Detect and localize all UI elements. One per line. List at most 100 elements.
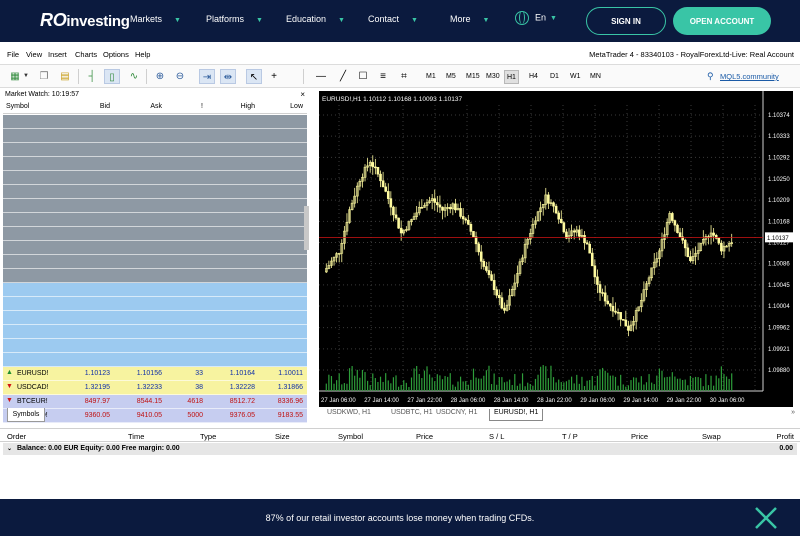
x-tick-label: 28 Jan 06:00 (451, 398, 486, 404)
terminal-col[interactable]: Size (275, 432, 290, 441)
candle-body (495, 289, 499, 296)
candle-body (490, 274, 493, 281)
close-icon[interactable]: × (300, 90, 305, 99)
auto-scroll-icon[interactable]: ⇥ (199, 69, 215, 84)
timeframe-m30[interactable]: M30 (484, 70, 502, 84)
timeframe-m1[interactable]: M1 (424, 70, 438, 84)
terminal-col[interactable]: T / P (562, 432, 578, 441)
tab-symbols[interactable]: Symbols (7, 408, 45, 422)
y-tick-label: 1.10209 (768, 198, 790, 204)
col-high[interactable]: High (241, 103, 255, 110)
timeframe-w1[interactable]: W1 (568, 70, 583, 84)
nav-platforms[interactable]: Platforms ▼ (206, 14, 263, 24)
chart-tab[interactable]: USDCNY, H1 (436, 409, 478, 421)
candle-body (386, 191, 390, 199)
crosshair-icon[interactable]: + (266, 69, 282, 84)
profit-total: 0.00 (779, 445, 793, 452)
table-row-obscured (3, 143, 307, 157)
profiles-icon[interactable]: ❐ (36, 69, 52, 84)
timeframe-m5[interactable]: M5 (444, 70, 458, 84)
terminal-col[interactable]: Time (128, 432, 144, 441)
col-symbol[interactable]: Symbol (6, 103, 29, 110)
price-chart[interactable]: EURUSD!,H1 1.10112 1.10168 1.10093 1.101… (319, 91, 793, 407)
sign-in-button[interactable]: SIGN IN (586, 7, 666, 35)
new-chart-icon[interactable]: ▦ (7, 69, 23, 84)
chart-tab[interactable]: USDKWD, H1 (327, 409, 371, 421)
chart-shift-icon[interactable]: ⇹ (220, 69, 236, 84)
candlestick-icon[interactable]: ▯ (104, 69, 120, 84)
table-row[interactable]: ▼BTCUSD!9360.059410.0550009376.059183.55 (3, 409, 307, 423)
candle-body (474, 236, 478, 245)
trendline-icon[interactable]: ╱ (335, 69, 351, 84)
terminal-col[interactable]: Order (7, 432, 26, 441)
y-tick-label: 1.09880 (768, 368, 790, 374)
timeframe-mn[interactable]: MN (588, 70, 603, 84)
terminal-col[interactable]: Profit (776, 432, 794, 441)
candle-body (461, 216, 465, 220)
nav-contact[interactable]: Contact ▼ (368, 14, 418, 24)
table-row[interactable]: ▲ EURUSD! 1.10123 1.10156 33 1.10164 1.10011 (3, 367, 307, 381)
cell-high: 8512.72 (229, 398, 255, 405)
logo[interactable]: ROinvesting (40, 10, 130, 31)
timeframe-d1[interactable]: D1 (548, 70, 561, 84)
risk-warning-banner: 87% of our retail investor accounts lose… (0, 499, 800, 536)
line-chart-icon[interactable]: ∿ (126, 69, 142, 84)
fibonacci-icon[interactable]: ≡ (375, 69, 391, 84)
chevron-right-icon[interactable]: » (791, 409, 795, 416)
logo-mark: RO (40, 10, 67, 30)
table-row-obscured (3, 241, 307, 255)
zoom-in-icon[interactable]: ⊕ (152, 69, 168, 84)
zoom-out-icon[interactable]: ⊖ (172, 69, 188, 84)
table-row[interactable]: ▼ USDCAD! 1.32195 1.32233 38 1.32228 1.31866 (3, 381, 307, 395)
chevron-down-icon[interactable]: ▼ (22, 69, 30, 84)
menu-charts[interactable]: Charts (75, 50, 97, 59)
terminal-col[interactable]: Type (200, 432, 216, 441)
cursor-icon[interactable]: ↖ (246, 69, 262, 84)
terminal-col[interactable]: Price (631, 432, 648, 441)
timeframe-h4[interactable]: H4 (527, 70, 540, 84)
nav-more[interactable]: More ▼ (450, 14, 489, 24)
timeframe-h1[interactable]: H1 (504, 70, 519, 84)
col-bid[interactable]: Bid (100, 103, 110, 110)
open-account-button[interactable]: OPEN ACCOUNT (673, 7, 771, 35)
y-tick-label: 1.10292 (768, 155, 790, 161)
horizontal-line-icon[interactable]: ― (313, 69, 329, 84)
x-tick-label: 29 Jan 14:00 (623, 398, 658, 404)
terminal-col[interactable]: Swap (702, 432, 721, 441)
col-spread[interactable]: ! (201, 103, 203, 110)
menu-options[interactable]: Options (103, 50, 129, 59)
terminal-panel: Order Time Type Size Symbol Price S / L T / P Pr… (0, 424, 800, 500)
scrollbar-thumb[interactable] (304, 206, 309, 250)
menu-file[interactable]: File (7, 50, 19, 59)
nav-education[interactable]: Education ▼ (286, 14, 345, 24)
risk-warning-text: 87% of our retail investor accounts lose… (265, 513, 535, 523)
table-row-obscured (3, 283, 307, 297)
candle-body (593, 265, 597, 278)
mql5-link[interactable]: MQL5.community (720, 72, 779, 81)
menu-help[interactable]: Help (135, 50, 150, 59)
col-ask[interactable]: Ask (150, 103, 162, 110)
y-tick-label: 1.10374 (768, 113, 790, 119)
cell-high: 1.32228 (229, 384, 255, 391)
bar-chart-icon[interactable]: ┤ (84, 69, 100, 84)
market-watch-panel: Market Watch: 10:19:57 × Symbol Bid Ask … (3, 90, 309, 423)
timeframe-m15[interactable]: M15 (464, 70, 482, 84)
table-row[interactable]: ▼ BTCEUR! 8497.97 8544.15 4618 8512.72 8336.96 (3, 395, 307, 409)
candle-body (712, 232, 715, 236)
nav-markets[interactable]: Markets ▼ (130, 14, 181, 24)
col-low[interactable]: Low (290, 103, 303, 110)
close-icon[interactable] (753, 505, 779, 531)
terminal-col[interactable]: Price (416, 432, 433, 441)
market-watch-icon[interactable]: ▤ (57, 69, 73, 84)
chart-tab[interactable]: EURUSD!, H1 (489, 409, 544, 421)
chart-tab[interactable]: USDBTC, H1 (391, 409, 433, 421)
menu-view[interactable]: View (26, 50, 42, 59)
gann-icon[interactable]: ⌗ (396, 69, 412, 84)
table-row-obscured (3, 311, 307, 325)
text-icon[interactable]: ☐ (355, 69, 371, 84)
toolbar-separator (78, 69, 79, 84)
language-selector[interactable]: En ▼ (515, 11, 557, 25)
menu-insert[interactable]: Insert (48, 50, 67, 59)
terminal-col[interactable]: Symbol (338, 432, 363, 441)
terminal-col[interactable]: S / L (489, 432, 504, 441)
